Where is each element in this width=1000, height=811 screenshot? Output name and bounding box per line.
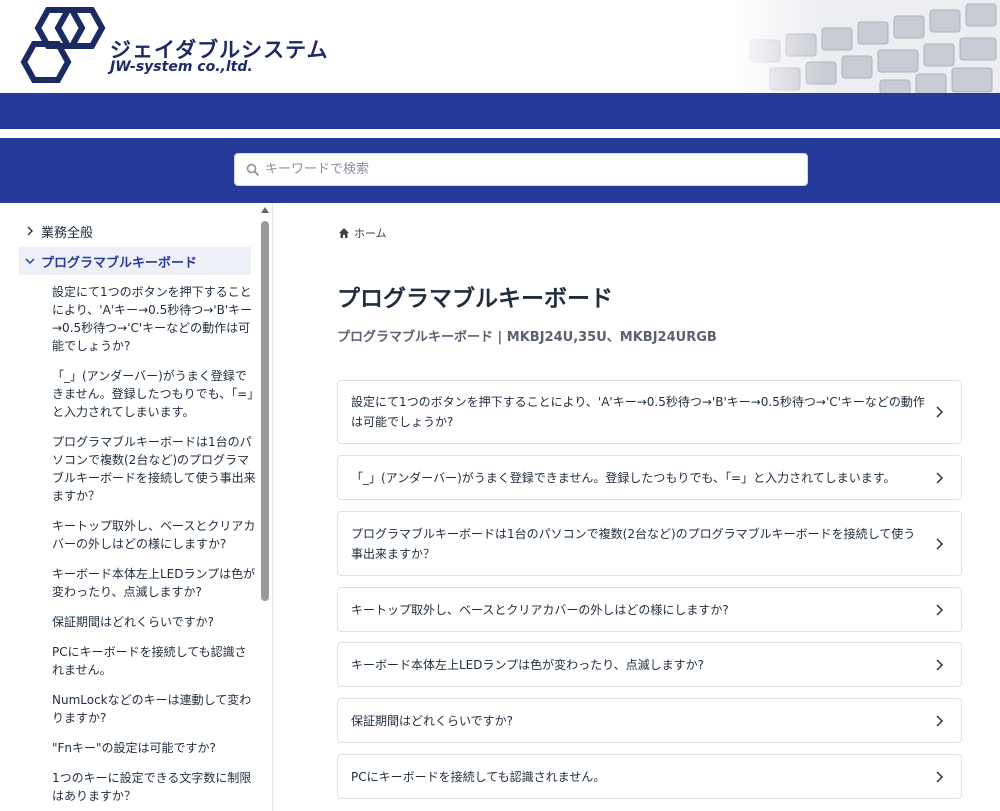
article-card[interactable]: 設定にて1つのボタンを押下することにより、'A'キー→0.5秒待つ→'B'キー→… [337,380,962,444]
sidebar-article-link[interactable]: "Fnキー"の設定は可能ですか? [52,739,257,757]
search-input[interactable] [265,154,803,185]
sidebar-article-link[interactable]: 1つのキーに設定できる文字数に制限はありますか？ [52,769,257,805]
scroll-up-arrow-icon[interactable] [261,207,269,213]
page-description: プログラマブルキーボード | MKBJ24U,35U、MKBJ24URGB [337,330,717,345]
logo-subtitle: JW-system co.,ltd. [110,59,253,75]
sidebar-category-label: プログラマブルキーボード [41,255,198,271]
chevron-right-icon [936,472,944,484]
article-card[interactable]: 「_」(アンダーバー)がうまく登録できません。登録したつもりでも、「=」と入力さ… [337,455,962,500]
chevron-right-icon [936,538,944,550]
article-title: 保証期間はどれくらいですか? [351,714,514,728]
article-title: PCにキーボードを接続しても認識されません。 [351,770,606,784]
sidebar: 業務全般 プログラマブルキーボード 設定にて1つのボタンを押下することにより、'… [0,203,273,811]
article-card[interactable]: キーボード本体左上LEDランプは色が変わったり、点滅しますか? [337,642,962,687]
sidebar-article-list: 設定にて1つのボタンを押下することにより、'A'キー→0.5秒待つ→'B'キー→… [52,283,257,811]
main-content: ホーム プログラマブルキーボード プログラマブルキーボード | MKBJ24U,… [274,203,1000,811]
site-header: ジェイダブルシステム JW-system co.,ltd. [0,0,1000,93]
home-icon [339,228,349,238]
chevron-right-icon [936,659,944,671]
chevron-right-icon [19,226,41,236]
search-icon [246,163,260,177]
sidebar-article-link[interactable]: プログラマブルキーボードは1台のパソコンで複数(2台など)のプログラマブルキーボ… [52,433,257,505]
logo-icon [20,7,106,83]
sidebar-category-label: 業務全般 [41,225,94,241]
sidebar-article-link[interactable]: PCにキーボードを接続しても認識されません。 [52,643,257,679]
chevron-right-icon [936,406,944,418]
article-title: 設定にて1つのボタンを押下することにより、'A'キー→0.5秒待つ→'B'キー→… [351,395,925,429]
chevron-right-icon [936,604,944,616]
article-title: キートップ取外し、ベースとクリアカバーの外しはどの様にしますか? [351,603,729,617]
sidebar-article-link[interactable]: 「_」(アンダーバー)がうまく登録できません。登録したつもりでも、「=」と入力さ… [52,367,257,421]
breadcrumb: ホーム [338,225,387,241]
search-box[interactable] [234,153,808,186]
article-card[interactable]: PCにキーボードを接続しても認識されません。 [337,754,962,799]
nav-band [0,93,1000,129]
article-card[interactable]: 保証期間はどれくらいですか? [337,698,962,743]
sidebar-article-link[interactable]: 設定にて1つのボタンを押下することにより、'A'キー→0.5秒待つ→'B'キー→… [52,283,257,355]
scroll-thumb[interactable] [261,221,269,601]
chevron-right-icon [936,715,944,727]
chevron-down-icon [19,256,41,266]
article-card[interactable]: プログラマブルキーボードは1台のパソコンで複数(2台など)のプログラマブルキーボ… [337,511,962,576]
sidebar-article-link[interactable]: NumLockなどのキーは連動して変わりますか? [52,691,257,727]
page-title: プログラマブルキーボード [337,286,613,312]
sidebar-scrollbar[interactable] [259,203,271,811]
logo-link[interactable]: ジェイダブルシステム JW-system co.,ltd. [20,6,328,88]
breadcrumb-home-link[interactable]: ホーム [354,225,387,241]
sidebar-category-keyboard[interactable]: プログラマブルキーボード [19,247,251,275]
sidebar-article-link[interactable]: 保証期間はどれくらいですか? [52,613,257,631]
article-title: キーボード本体左上LEDランプは色が変わったり、点滅しますか? [351,658,705,672]
article-card[interactable]: キートップ取外し、ベースとクリアカバーの外しはどの様にしますか? [337,587,962,632]
article-title: 「_」(アンダーバー)がうまく登録できません。登録したつもりでも、「=」と入力さ… [351,471,896,485]
keyboard-image [730,0,1000,93]
sidebar-category-general[interactable]: 業務全般 [19,217,251,245]
sidebar-article-link[interactable]: キートップ取外し、ベースとクリアカバーの外しはどの様にしますか? [52,517,257,553]
sidebar-article-link[interactable]: キーボード本体左上LEDランプは色が変わったり、点滅しますか? [52,565,257,601]
article-title: プログラマブルキーボードは1台のパソコンで複数(2台など)のプログラマブルキーボ… [351,527,916,561]
search-band [0,138,1000,203]
chevron-right-icon [936,771,944,783]
